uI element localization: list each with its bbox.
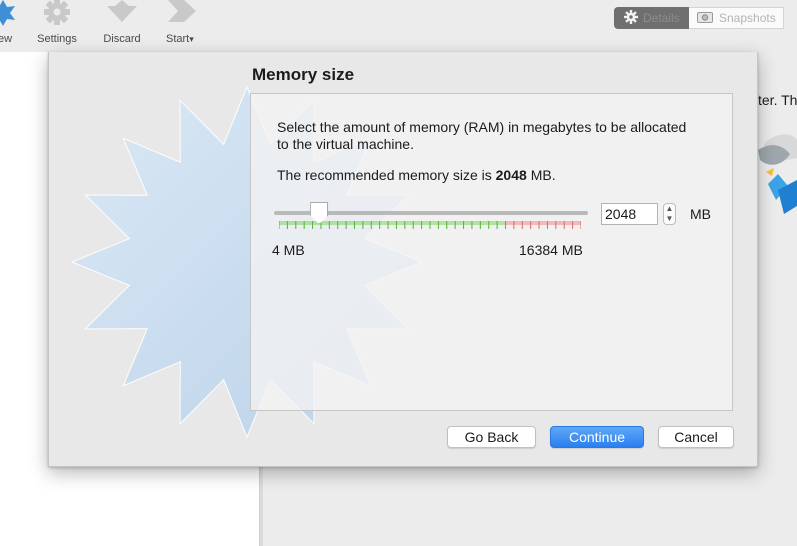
new-star-icon <box>0 0 18 29</box>
go-back-button[interactable]: Go Back <box>447 426 536 448</box>
camera-icon <box>697 11 713 26</box>
recommended-value: 2048 <box>495 167 527 183</box>
view-toggle: Details Snapshots <box>614 7 784 29</box>
discard-button[interactable]: Discard <box>99 0 145 50</box>
snapshots-tab[interactable]: Snapshots <box>689 7 784 29</box>
right-arrow-icon <box>164 0 198 29</box>
gear-icon <box>41 0 73 31</box>
memory-slider-ticks <box>279 221 581 229</box>
chevron-down-icon: ▾ <box>189 34 194 44</box>
recommended-suffix: MB. <box>530 167 556 183</box>
settings-button[interactable]: Settings <box>34 0 80 50</box>
page-title: Memory size <box>252 65 355 84</box>
stepper-up-icon[interactable]: ▲ <box>664 204 675 214</box>
slider-unsafe-range <box>505 221 581 225</box>
discard-label: Discard <box>103 33 141 45</box>
start-button[interactable]: Start▾ <box>160 0 202 50</box>
details-label: Details <box>643 11 680 25</box>
start-label: Start▾ <box>166 33 208 45</box>
continue-button[interactable]: Continue <box>550 426 644 448</box>
recommended-prefix: The recommended memory size is <box>277 167 492 183</box>
memory-size-sheet: Memory size Select the amount of memory … <box>48 52 758 467</box>
new-button[interactable]: ew <box>0 0 20 50</box>
start-label-text: Start <box>166 33 190 45</box>
settings-label: Settings <box>37 33 77 45</box>
memory-stepper[interactable]: ▲ ▼ <box>663 203 676 225</box>
memory-description: Select the amount of memory (RAM) in meg… <box>277 119 687 152</box>
memory-unit-label: MB <box>690 206 711 222</box>
slider-max-label: 16384 MB <box>519 242 583 258</box>
recommended-memory-text: The recommended memory size is 2048 MB. <box>277 167 556 183</box>
new-label: ew <box>0 33 13 45</box>
cancel-button[interactable]: Cancel <box>658 426 734 448</box>
toolbar: ew Settings Discard Start▾ Details Snaps… <box>0 0 797 52</box>
memory-size-input[interactable] <box>601 203 658 225</box>
stepper-down-icon[interactable]: ▼ <box>664 214 675 224</box>
details-tab[interactable]: Details <box>614 7 689 29</box>
content-panel: Select the amount of memory (RAM) in meg… <box>250 93 733 411</box>
gear-icon <box>624 9 638 27</box>
details-pane-text: ter. Th <box>758 92 797 108</box>
slider-min-label: 4 MB <box>272 242 305 258</box>
down-arrow-icon <box>105 0 139 29</box>
snapshots-label: Snapshots <box>719 11 776 25</box>
